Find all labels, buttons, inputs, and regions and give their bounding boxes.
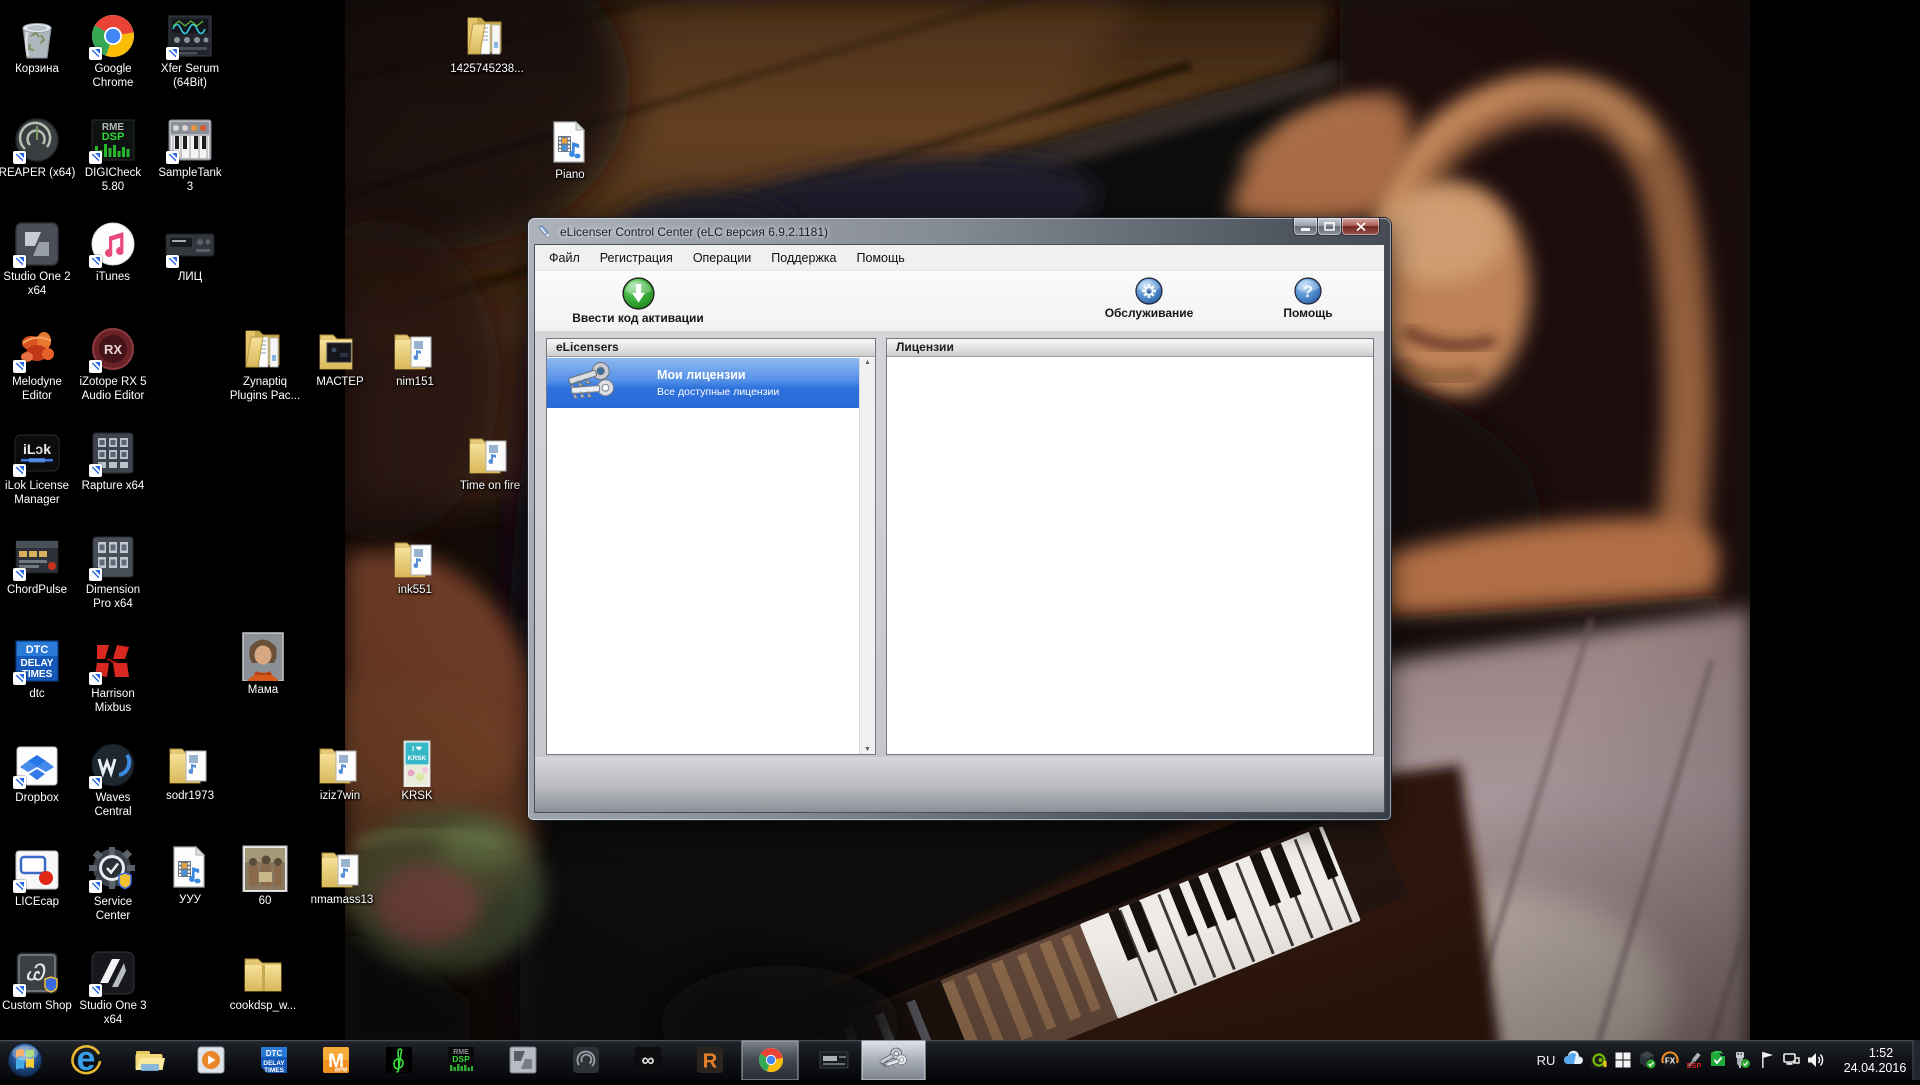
svg-text:1:52: 1:52 (1869, 1046, 1893, 1060)
svg-text:FX: FX (1665, 1057, 1676, 1066)
svg-text:BPM: BPM (335, 1068, 348, 1074)
svg-text:DSP: DSP (1687, 1063, 1702, 1070)
svg-text:TIMES: TIMES (264, 1067, 285, 1074)
svg-text:∞: ∞ (642, 1050, 655, 1070)
svg-text:DSP: DSP (452, 1054, 470, 1064)
svg-text:DELAY: DELAY (263, 1060, 285, 1067)
svg-text:RU: RU (1537, 1053, 1556, 1068)
svg-text:DTC: DTC (266, 1049, 283, 1058)
svg-text:R: R (703, 1051, 718, 1073)
svg-text:24.04.2016: 24.04.2016 (1844, 1061, 1907, 1075)
